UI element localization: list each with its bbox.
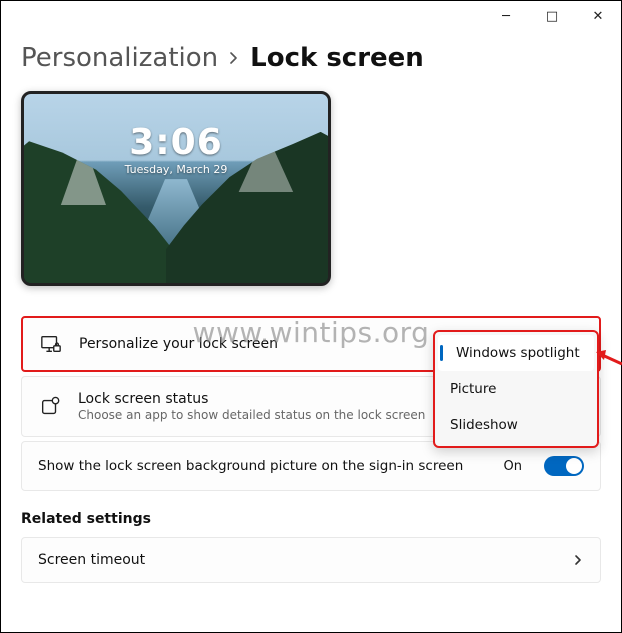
preview-time: 3:06 <box>125 122 228 163</box>
dropdown-option-picture[interactable]: Picture <box>438 371 594 407</box>
minimize-button[interactable]: ─ <box>483 1 529 31</box>
app-badge-icon <box>38 395 62 419</box>
signin-background-label: Show the lock screen background picture … <box>38 458 488 474</box>
chevron-right-icon <box>572 554 584 566</box>
window-controls: ─ □ ✕ <box>483 1 621 31</box>
chevron-right-icon <box>228 52 240 64</box>
related-settings-heading: Related settings <box>21 511 601 527</box>
preview-clock: 3:06 Tuesday, March 29 <box>125 122 228 176</box>
monitor-lock-icon <box>39 332 63 356</box>
dropdown-option-slideshow[interactable]: Slideshow <box>438 407 594 443</box>
toggle-state-label: On <box>504 459 522 474</box>
screen-timeout-label: Screen timeout <box>38 552 556 568</box>
breadcrumb: Personalization Lock screen <box>21 43 601 73</box>
preview-date: Tuesday, March 29 <box>125 163 228 176</box>
screen-timeout-row[interactable]: Screen timeout <box>21 537 601 583</box>
maximize-button[interactable]: □ <box>529 1 575 31</box>
lock-screen-preview: 3:06 Tuesday, March 29 <box>21 91 331 286</box>
breadcrumb-parent[interactable]: Personalization <box>21 43 218 73</box>
annotation-arrow-icon <box>594 346 622 368</box>
page-title: Lock screen <box>250 43 424 73</box>
signin-background-toggle[interactable] <box>544 456 584 476</box>
signin-background-row: Show the lock screen background picture … <box>21 441 601 491</box>
lock-screen-type-dropdown: Windows spotlight Picture Slideshow <box>433 330 599 448</box>
dropdown-option-spotlight[interactable]: Windows spotlight <box>438 335 594 371</box>
close-button[interactable]: ✕ <box>575 1 621 31</box>
